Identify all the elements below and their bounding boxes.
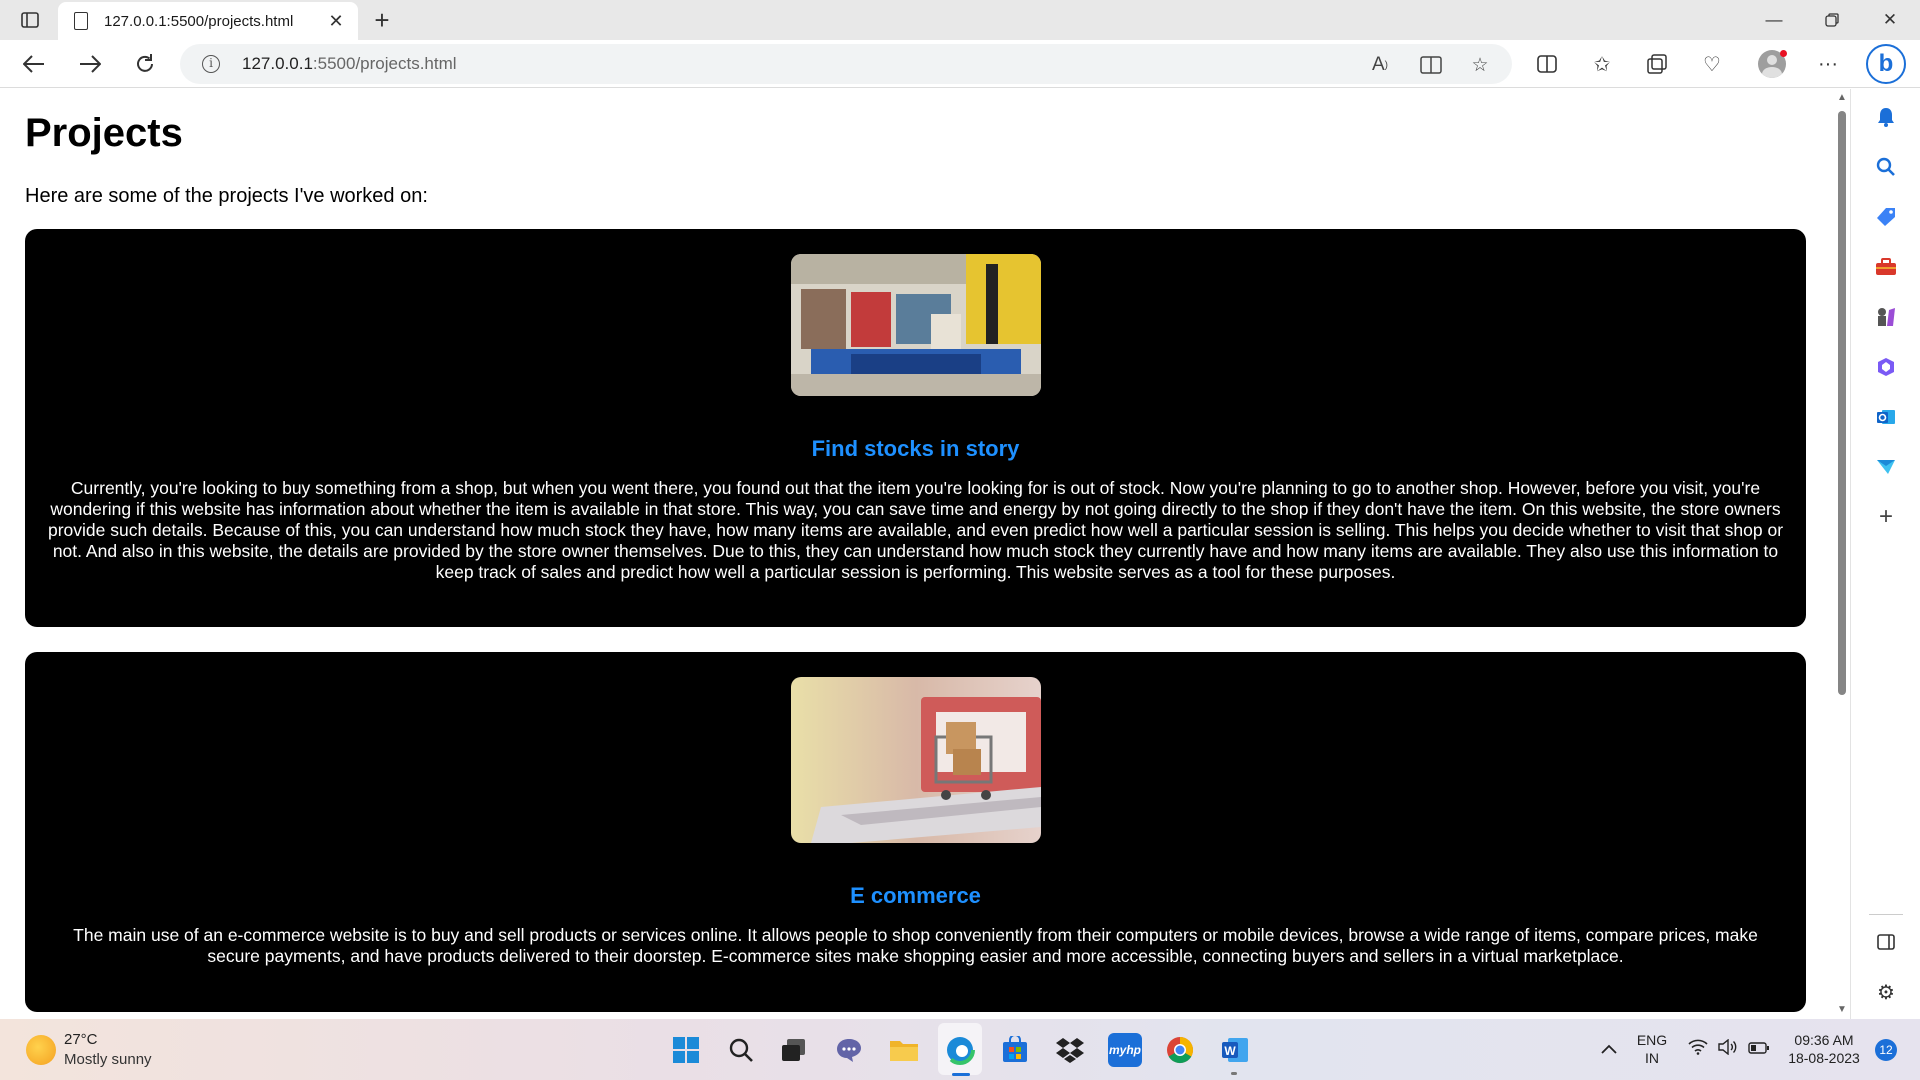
- word-running-indicator: [1231, 1072, 1237, 1075]
- clock[interactable]: 09:36 AM 18-08-2023: [1782, 1031, 1866, 1067]
- page-viewport: Projects Here are some of the projects I…: [0, 89, 1834, 1019]
- page-intro: Here are some of the projects I've worke…: [25, 185, 428, 207]
- svg-text:W: W: [1224, 1044, 1236, 1058]
- edge-browser-icon[interactable]: [943, 1033, 977, 1067]
- refresh-icon: [137, 54, 153, 72]
- games-chess-icon[interactable]: [1873, 304, 1899, 330]
- microsoft-store-icon[interactable]: [998, 1033, 1032, 1067]
- collections-icon[interactable]: [1641, 48, 1673, 80]
- microsoft365-icon[interactable]: [1873, 354, 1899, 380]
- site-info-icon[interactable]: i: [202, 55, 220, 73]
- language-indicator[interactable]: ENG IN: [1636, 1031, 1668, 1067]
- notification-count-badge[interactable]: 12: [1875, 1039, 1897, 1061]
- show-hidden-icons-chevron-icon[interactable]: [1600, 1039, 1618, 1060]
- browser-toolbar: i 127.0.0.1:5500/projects.html A) ☆ ✩ ♡ …: [0, 40, 1920, 88]
- immersive-reader-icon[interactable]: [1418, 52, 1444, 78]
- bing-copilot-button[interactable]: b: [1866, 44, 1906, 84]
- project-title: Find stocks in story: [811, 436, 1020, 461]
- project-title: E commerce: [850, 883, 981, 908]
- word-icon[interactable]: W: [1218, 1033, 1252, 1067]
- weather-temperature[interactable]: 27°C: [64, 1031, 98, 1048]
- sidebar-divider: [1869, 914, 1903, 915]
- profile-notification-dot: [1780, 50, 1787, 57]
- page-icon: [74, 12, 88, 30]
- minimize-button[interactable]: —: [1746, 0, 1802, 40]
- refresh-button[interactable]: [127, 46, 163, 82]
- project-card: Find stocks in story Currently, you're l…: [25, 229, 1806, 627]
- task-view-icon[interactable]: [777, 1033, 811, 1067]
- project-card: E commerce The main use of an e-commerce…: [25, 652, 1806, 1012]
- project-description: The main use of an e-commerce website is…: [73, 925, 1758, 966]
- sidebar-settings-gear-icon[interactable]: ⚙: [1873, 979, 1899, 1005]
- more-options-icon[interactable]: ···: [1812, 48, 1844, 80]
- tab-actions-icon: [21, 12, 39, 28]
- weather-sun-icon[interactable]: [26, 1035, 56, 1065]
- back-button[interactable]: [16, 46, 52, 82]
- split-screen-icon[interactable]: [1531, 48, 1563, 80]
- edge-running-indicator: [952, 1073, 970, 1076]
- restore-button[interactable]: [1804, 0, 1860, 40]
- shopping-tag-icon[interactable]: [1873, 204, 1899, 230]
- scroll-thumb[interactable]: [1838, 111, 1846, 695]
- dropbox-icon[interactable]: [1053, 1033, 1087, 1067]
- read-aloud-icon[interactable]: A): [1367, 52, 1393, 78]
- forward-button[interactable]: [72, 46, 108, 82]
- favorite-star-icon[interactable]: ☆: [1467, 52, 1493, 78]
- weather-description[interactable]: Mostly sunny: [64, 1051, 152, 1068]
- outlook-icon[interactable]: [1873, 404, 1899, 430]
- forward-arrow-icon: [80, 55, 101, 73]
- volume-icon[interactable]: [1718, 1038, 1738, 1060]
- file-explorer-icon[interactable]: [887, 1033, 921, 1067]
- teams-chat-icon[interactable]: [832, 1033, 866, 1067]
- myhp-icon[interactable]: myhp: [1108, 1033, 1142, 1067]
- browser-essentials-icon[interactable]: ♡: [1696, 48, 1728, 80]
- laptop-shopping-cart-image: [791, 677, 1041, 843]
- tools-briefcase-icon[interactable]: [1873, 254, 1899, 280]
- new-tab-button[interactable]: +: [368, 5, 396, 35]
- chrome-icon[interactable]: [1163, 1033, 1197, 1067]
- restore-icon: [1825, 13, 1839, 27]
- taskbar-search-icon[interactable]: [724, 1033, 758, 1067]
- wifi-icon[interactable]: [1688, 1039, 1708, 1060]
- store-aisles-image: [791, 254, 1041, 396]
- address-bar[interactable]: i 127.0.0.1:5500/projects.html A) ☆: [180, 44, 1512, 84]
- url-text: 127.0.0.1:5500/projects.html: [242, 54, 457, 73]
- windows-taskbar: 27°C Mostly sunny myhp W ENG IN 09:36 AM…: [0, 1019, 1920, 1080]
- edge-sidebar: + ⚙: [1850, 89, 1920, 1019]
- tab-title: 127.0.0.1:5500/projects.html: [104, 12, 294, 30]
- hide-sidebar-icon[interactable]: [1873, 929, 1899, 955]
- page-scrollbar[interactable]: ▲ ▼: [1834, 89, 1850, 1019]
- page-title: Projects: [25, 111, 183, 155]
- close-window-button[interactable]: ✕: [1862, 0, 1918, 40]
- favorites-icon[interactable]: ✩: [1586, 48, 1618, 80]
- add-sidebar-app-icon[interactable]: +: [1873, 503, 1899, 530]
- project-description: Currently, you're looking to buy somethi…: [47, 478, 1784, 582]
- scroll-down-arrow-icon[interactable]: ▼: [1837, 1005, 1847, 1015]
- active-tab[interactable]: 127.0.0.1:5500/projects.html ✕: [58, 2, 358, 40]
- search-icon[interactable]: [1873, 154, 1899, 180]
- back-arrow-icon: [23, 55, 44, 73]
- tab-close-icon[interactable]: ✕: [324, 9, 348, 33]
- tab-strip: 127.0.0.1:5500/projects.html ✕ + — ✕: [0, 0, 1920, 40]
- windows-start-icon[interactable]: [669, 1033, 703, 1067]
- tab-actions-button[interactable]: [16, 8, 44, 32]
- battery-icon[interactable]: [1748, 1039, 1770, 1060]
- notifications-bell-icon[interactable]: [1873, 104, 1899, 130]
- scroll-up-arrow-icon[interactable]: ▲: [1837, 93, 1847, 103]
- drop-send-icon[interactable]: [1873, 454, 1899, 480]
